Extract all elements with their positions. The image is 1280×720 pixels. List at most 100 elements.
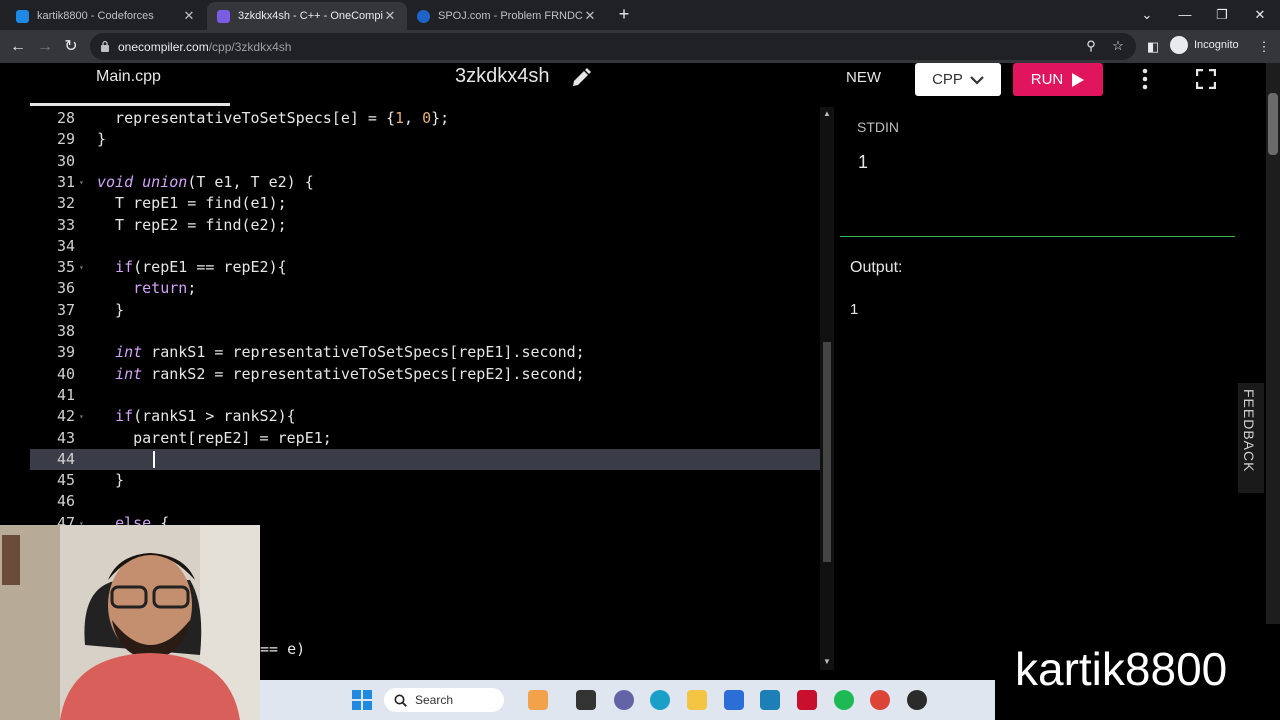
new-tab-button[interactable]: + <box>614 5 634 25</box>
scrollbar-thumb[interactable] <box>823 342 831 562</box>
editor-scrollbar[interactable]: ▲ ▼ <box>820 107 834 670</box>
edit-title-icon[interactable] <box>570 67 592 89</box>
channel-watermark: kartik8800 <box>995 624 1280 720</box>
line-number: 39 <box>56 343 75 362</box>
reload-button[interactable]: ↻ <box>60 36 82 58</box>
close-tab-icon[interactable]: ✕ <box>383 8 397 24</box>
minimize-button[interactable]: — <box>1175 5 1195 25</box>
browser-tab-spoj[interactable]: SPOJ.com - Problem FRNDCIRC ✕ <box>407 2 607 30</box>
back-button[interactable]: ← <box>7 36 29 58</box>
line-number: 44 <box>56 449 75 468</box>
code-token: (T e1, T e2) { <box>187 172 314 191</box>
code-line[interactable]: 40 int rankS2 = representativeToSetSpecs… <box>30 364 820 385</box>
address-bar[interactable]: onecompiler.com/cpp/3zkdkx4sh ⚲ ☆ <box>90 33 1136 60</box>
chrome-icon[interactable] <box>870 690 890 710</box>
code-line[interactable]: 43 parent[repE2] = repE1; <box>30 428 820 449</box>
teams-chat-icon[interactable] <box>614 690 634 710</box>
search-placeholder: Search <box>415 693 454 707</box>
active-file-indicator <box>30 103 230 106</box>
scroll-down-arrow-icon[interactable]: ▼ <box>822 657 832 666</box>
webcam-overlay <box>0 525 260 720</box>
stdin-panel[interactable]: STDIN 1 <box>840 107 1235 237</box>
run-button[interactable]: RUN <box>1013 63 1103 96</box>
microsoft-store-icon[interactable] <box>724 690 744 710</box>
browser-menu-icon[interactable]: ⋮ <box>1256 39 1272 55</box>
browser-tab-codeforces[interactable]: kartik8800 - Codeforces ✕ <box>6 2 206 30</box>
code-line[interactable]: 30 <box>30 151 820 172</box>
maximize-button[interactable]: ❐ <box>1212 5 1232 25</box>
incognito-profile[interactable]: Incognito <box>1170 36 1239 54</box>
code-line[interactable]: 36 return; <box>30 278 820 299</box>
panel-divider[interactable] <box>840 236 1235 237</box>
incognito-icon <box>1170 36 1188 54</box>
new-button[interactable]: NEW <box>846 69 881 86</box>
onecompiler-favicon-icon <box>217 9 230 23</box>
edge-browser-icon[interactable] <box>650 690 670 710</box>
line-number: 45 <box>56 471 75 490</box>
feedback-label: FEEDBACK <box>1241 389 1257 473</box>
code-token: int <box>115 343 143 362</box>
file-tab[interactable]: Main.cpp <box>96 68 161 86</box>
forward-button[interactable]: → <box>34 36 56 58</box>
close-window-button[interactable]: ✕ <box>1250 5 1270 25</box>
zoom-icon[interactable]: ⚲ <box>1083 38 1099 54</box>
code-line[interactable]: 35 ▾ if(repE1 == repE2){ <box>30 257 820 278</box>
code-line[interactable]: 29} <box>30 129 820 150</box>
code-line[interactable]: 39 int rankS1 = representativeToSetSpecs… <box>30 342 820 363</box>
code-line[interactable]: 38 <box>30 321 820 342</box>
feedback-tab[interactable]: FEEDBACK <box>1238 383 1264 493</box>
fold-arrow-icon[interactable]: ▾ <box>79 172 84 193</box>
line-number: 34 <box>56 236 75 255</box>
fold-arrow-icon[interactable]: ▾ <box>79 257 84 278</box>
task-view-icon[interactable] <box>576 690 596 710</box>
tab-title: SPOJ.com - Problem FRNDCIRC <box>438 10 583 22</box>
code-line[interactable]: 32 T repE1 = find(e1); <box>30 193 820 214</box>
file-explorer-icon[interactable] <box>687 690 707 710</box>
code-line[interactable]: 31 ▾ void union(T e1, T e2) { <box>30 172 820 193</box>
code-token: representativeToSetSpecs[e] = { <box>97 109 396 127</box>
code-line[interactable]: 34 <box>30 236 820 257</box>
code-text: if(repE1 == repE2){ <box>97 257 287 278</box>
more-options-icon[interactable] <box>1138 67 1152 91</box>
line-number: 36 <box>56 279 75 298</box>
stdin-value[interactable]: 1 <box>858 152 868 173</box>
code-line[interactable]: 45 } <box>30 470 820 491</box>
line-number: 30 <box>56 151 75 170</box>
code-line[interactable]: 33 T repE2 = find(e2); <box>30 215 820 236</box>
fullscreen-icon[interactable] <box>1196 69 1216 89</box>
windows-start-icon[interactable] <box>352 690 372 710</box>
code-token: } <box>97 130 107 149</box>
code-line[interactable]: 37 } <box>30 300 820 321</box>
side-panel-icon[interactable]: ◧ <box>1145 39 1161 55</box>
mcafee-icon[interactable] <box>797 690 817 710</box>
page-scrollbar-thumb[interactable] <box>1268 93 1278 155</box>
code-line[interactable]: 41 <box>30 385 820 406</box>
code-token: if <box>115 258 134 277</box>
language-label: CPP <box>932 71 963 88</box>
close-tab-icon[interactable]: ✕ <box>583 8 597 24</box>
bookmark-star-icon[interactable]: ☆ <box>1110 38 1126 54</box>
webcam-presenter-image <box>0 525 260 720</box>
code-line[interactable]: 42 ▾ if(rankS1 > rankS2){ <box>30 406 820 427</box>
github-desktop-icon[interactable] <box>907 690 927 710</box>
code-line[interactable]: 28 representativeToSetSpecs[e] = {1, 0}; <box>30 108 820 129</box>
widgets-icon[interactable] <box>528 690 548 710</box>
close-tab-icon[interactable]: ✕ <box>182 8 196 24</box>
taskbar-search[interactable]: Search <box>384 688 504 712</box>
fold-arrow-icon[interactable]: ▾ <box>79 406 84 427</box>
page-scrollbar[interactable] <box>1266 63 1280 680</box>
spotify-icon[interactable] <box>834 690 854 710</box>
code-line[interactable]: 44 <box>30 448 820 471</box>
editor-header: Main.cpp 3zkdkx4sh NEW CPP RUN <box>30 63 1235 107</box>
learning-app-icon[interactable] <box>760 690 780 710</box>
line-number: 46 <box>56 492 75 511</box>
project-title[interactable]: 3zkdkx4sh <box>455 65 550 88</box>
scroll-up-arrow-icon[interactable]: ▲ <box>822 109 832 118</box>
browser-tab-onecompiler[interactable]: 3zkdkx4sh - C++ - OneCompiler ✕ <box>207 2 407 30</box>
code-line[interactable]: 46 <box>30 491 820 512</box>
language-select[interactable]: CPP <box>915 63 1001 96</box>
code-token: (rankS1 > rankS2){ <box>133 407 296 426</box>
tab-search-icon[interactable]: ⌄ <box>1137 5 1157 25</box>
output-label: Output: <box>850 259 903 276</box>
